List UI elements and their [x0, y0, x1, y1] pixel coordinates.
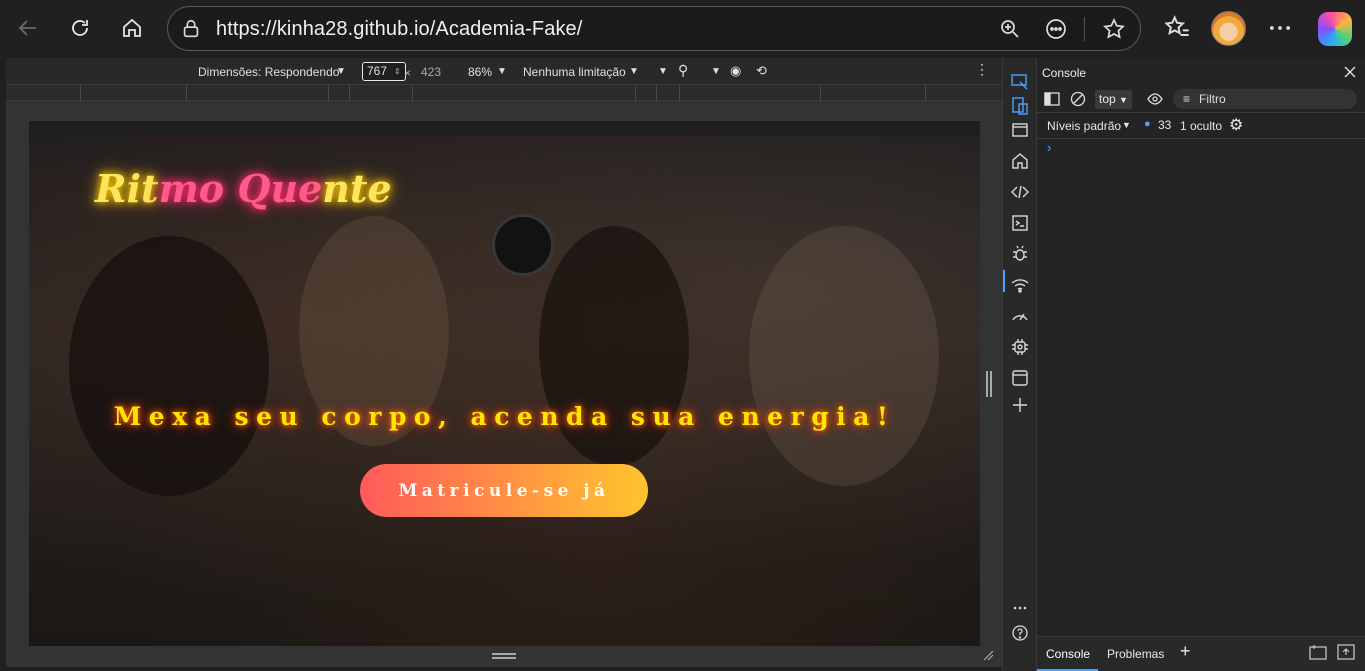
- logo-text: Que: [237, 166, 323, 211]
- performance-icon[interactable]: [1010, 306, 1030, 326]
- inspect-icon[interactable]: [1010, 72, 1030, 92]
- eyedropper-icon[interactable]: ⚲: [678, 62, 688, 79]
- tab-problems[interactable]: Problemas: [1107, 647, 1164, 661]
- sidebar-toggle-icon[interactable]: [1044, 92, 1060, 106]
- console-prompt[interactable]: ›: [1047, 140, 1051, 155]
- chevron-down-icon[interactable]: ▼: [629, 66, 639, 77]
- rotate-icon[interactable]: ⟲: [756, 63, 767, 79]
- settings-gear-icon[interactable]: ⚙: [1229, 115, 1243, 135]
- spinner-icon[interactable]: ⇕: [394, 63, 401, 80]
- hidden-count: 1 oculto: [1180, 119, 1223, 133]
- live-expression-eye-icon[interactable]: [1147, 92, 1163, 106]
- height-input[interactable]: 423: [421, 65, 441, 79]
- logo-text: nte: [322, 166, 392, 211]
- dimension-separator: ×: [404, 66, 412, 80]
- add-tab-button[interactable]: +: [1180, 641, 1191, 662]
- zoom-select[interactable]: 86%: [468, 65, 492, 79]
- drawer-tabs: Console Problemas +: [1037, 636, 1365, 671]
- console-toolbar: top ▼ ≡ Filtro: [1037, 87, 1365, 113]
- device-emulation-icon[interactable]: [1010, 96, 1030, 116]
- zoom-icon[interactable]: [998, 17, 1022, 41]
- chevron-down-icon[interactable]: ▼: [336, 66, 346, 77]
- width-input[interactable]: 767 ⇕: [362, 62, 406, 81]
- url-text[interactable]: https://kinha28.github.io/Academia-Fake/: [216, 18, 582, 41]
- favorite-star-icon[interactable]: [1102, 17, 1126, 41]
- favorites-icon[interactable]: [1163, 14, 1191, 42]
- address-separator: [1084, 17, 1085, 41]
- width-value: 767: [367, 64, 388, 78]
- copilot-icon[interactable]: [1318, 12, 1352, 46]
- hero-overlay: [29, 136, 980, 646]
- network-wifi-icon[interactable]: [1010, 275, 1030, 295]
- emulation-stage: Ritmo Quente Mexa seu corpo, acenda sua …: [6, 101, 1002, 667]
- context-value: top: [1099, 92, 1116, 106]
- chevron-down-icon[interactable]: ▼: [497, 66, 507, 77]
- message-icon: ●: [1144, 118, 1151, 130]
- more-options-icon[interactable]: ⋮: [975, 61, 989, 78]
- clear-console-icon[interactable]: [1070, 91, 1086, 107]
- debug-bug-icon[interactable]: [1010, 244, 1030, 264]
- throttling-select[interactable]: Nenhuma limitação: [523, 65, 626, 79]
- dimensions-select[interactable]: Dimensões: Respondendo: [198, 65, 339, 79]
- profile-avatar[interactable]: [1211, 11, 1246, 46]
- home-button[interactable]: [116, 12, 148, 44]
- dock-drawer-icon[interactable]: [1309, 644, 1327, 660]
- panel-title: Console: [1042, 66, 1087, 80]
- console-panel: Console top ▼ ≡ Filtro Níveis padrão ▼ ● …: [1037, 58, 1365, 671]
- memory-chip-icon[interactable]: [1010, 337, 1030, 357]
- home-icon[interactable]: [1010, 151, 1030, 171]
- hero-headline: Mexa seu corpo, acenda sua energia!: [113, 402, 896, 431]
- address-bar[interactable]: https://kinha28.github.io/Academia-Fake/: [167, 6, 1141, 51]
- more-options-icon[interactable]: [1044, 17, 1068, 41]
- chevron-down-icon[interactable]: ▼: [658, 66, 668, 77]
- site-logo[interactable]: Ritmo Quente: [95, 166, 392, 211]
- context-select[interactable]: top ▼: [1095, 90, 1132, 109]
- filter-placeholder: Filtro: [1199, 92, 1226, 106]
- devtools-activity-bar: [1002, 58, 1037, 671]
- lock-icon[interactable]: [180, 18, 202, 40]
- resize-handle-right[interactable]: [986, 371, 992, 397]
- application-icon[interactable]: [1010, 368, 1030, 388]
- page-viewport: Ritmo Quente Mexa seu corpo, acenda sua …: [29, 121, 980, 646]
- more-tools-icon[interactable]: [1010, 598, 1030, 618]
- chevron-down-icon: ▼: [1119, 95, 1128, 105]
- logo-text: mo: [158, 166, 225, 211]
- logo-text: Rit: [95, 166, 159, 211]
- levels-select[interactable]: Níveis padrão: [1047, 119, 1121, 133]
- filter-icon: ≡: [1183, 92, 1191, 106]
- active-indicator: [1003, 270, 1005, 292]
- help-icon[interactable]: [1010, 623, 1030, 643]
- add-tool-icon[interactable]: [1010, 395, 1030, 415]
- welcome-icon[interactable]: [1010, 120, 1030, 140]
- resize-corner-icon[interactable]: [982, 649, 994, 661]
- console-levels-row: Níveis padrão ▼ ● 33 1 oculto ⚙: [1037, 113, 1365, 139]
- tab-console[interactable]: Console: [1046, 647, 1090, 661]
- device-toolbar: Dimensões: Respondendo ▼ 767 ⇕ × 423 86% …: [6, 58, 1002, 85]
- eye-icon[interactable]: ◉: [730, 63, 741, 79]
- media-query-ruler: [6, 85, 1002, 101]
- enroll-button[interactable]: Matricule-se já: [360, 464, 648, 517]
- filter-input[interactable]: ≡ Filtro: [1173, 89, 1357, 109]
- chevron-down-icon[interactable]: ▼: [1122, 120, 1131, 130]
- resize-handle-bottom[interactable]: [492, 653, 516, 659]
- refresh-button[interactable]: [64, 12, 96, 44]
- elements-icon[interactable]: [1010, 182, 1030, 202]
- back-button[interactable]: [12, 12, 44, 44]
- hero-section: Ritmo Quente Mexa seu corpo, acenda sua …: [29, 136, 980, 646]
- console-icon[interactable]: [1010, 213, 1030, 233]
- expand-drawer-icon[interactable]: [1337, 644, 1355, 660]
- close-icon[interactable]: [1342, 64, 1358, 80]
- chevron-down-icon[interactable]: ▼: [711, 66, 721, 77]
- settings-more-icon[interactable]: [1266, 14, 1294, 42]
- message-count: 33: [1158, 118, 1172, 132]
- browser-toolbar: https://kinha28.github.io/Academia-Fake/: [0, 0, 1365, 58]
